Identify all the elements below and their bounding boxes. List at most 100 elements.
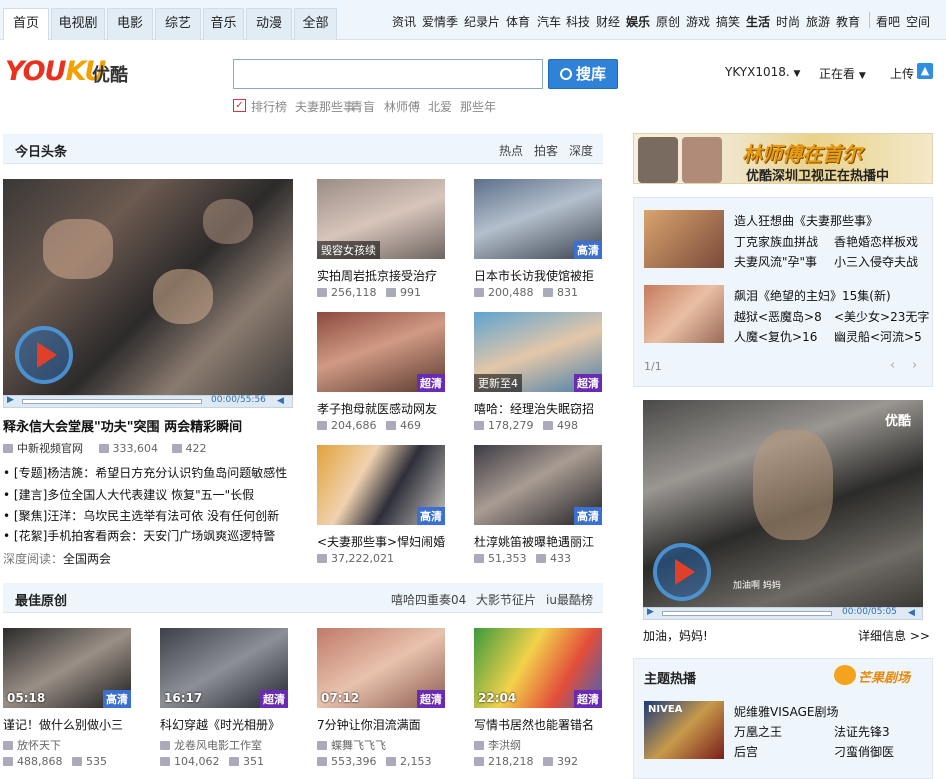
hot-tag[interactable]: 那些年 — [460, 98, 496, 115]
progress-bar[interactable] — [662, 611, 832, 616]
user-menu[interactable]: YKYX1018. ▼ — [725, 65, 800, 79]
progress-bar[interactable] — [22, 399, 202, 404]
hot-tag[interactable]: 林师傅 — [384, 98, 420, 115]
uploader[interactable]: 李洪纲 — [474, 737, 521, 753]
play-icon[interactable]: ▶ — [647, 607, 654, 617]
video-thumbnail[interactable]: 16:17 超清 — [160, 628, 288, 708]
right-video-player[interactable]: 优酷 加油啊 妈妈 — [643, 400, 923, 607]
play-button-icon[interactable] — [15, 326, 73, 384]
headline-main-caption[interactable]: 释永信大会堂展"功夫"突围 两会精彩瞬间 — [3, 416, 242, 435]
video-thumbnail[interactable]: 07:12 超清 — [317, 628, 445, 708]
volume-icon[interactable]: ◀ — [277, 396, 284, 406]
nav-link-life[interactable]: 生活 — [746, 13, 770, 30]
video-caption[interactable]: 实拍周岩抵京接受治疗 — [317, 267, 447, 284]
upload-arrow-icon[interactable]: ▲ — [917, 63, 933, 79]
video-thumbnail[interactable]: 05:18 高清 — [3, 628, 131, 708]
video-caption[interactable]: 嘻哈：经理治失眠窃招 — [474, 400, 604, 417]
hot-tag[interactable]: 北爱 — [428, 98, 452, 115]
next-icon[interactable]: › — [912, 358, 917, 373]
theme-link[interactable]: 后宫 — [734, 743, 758, 760]
video-caption[interactable]: 杜淳姚笛被曝艳遇丽江 — [474, 533, 604, 550]
nav-link-edu[interactable]: 教育 — [836, 13, 860, 30]
upload-button[interactable]: 上传 — [890, 65, 914, 82]
promo-link[interactable]: 小三入侵夺夫战 — [834, 253, 918, 270]
nav-link-documentary[interactable]: 纪录片 — [464, 13, 500, 30]
promo-link[interactable]: 幽灵船<河流>5 — [834, 328, 922, 345]
tab-movie[interactable]: 电影 — [107, 8, 153, 40]
nav-link-finance[interactable]: 财经 — [596, 13, 620, 30]
video-thumbnail[interactable]: 22:04 超清 — [474, 628, 602, 708]
promo-link[interactable]: 人魔<复仇>16 — [734, 328, 817, 345]
promo-title[interactable]: 造人狂想曲《夫妻那些事》 — [734, 212, 878, 229]
hot-tag-ranking[interactable]: 排行榜 — [251, 98, 287, 115]
video-caption[interactable]: 谨记！做什么别做小三 — [3, 716, 123, 733]
tab-music[interactable]: 音乐 — [203, 8, 244, 40]
tab-variety[interactable]: 综艺 — [155, 8, 201, 40]
video-caption[interactable]: 日本市长访我使馆被拒 — [474, 267, 604, 284]
promo-thumbnail[interactable] — [644, 285, 724, 343]
volume-icon[interactable]: ◀ — [908, 608, 915, 618]
theme-item-title[interactable]: 妮维雅VISAGE剧场 — [734, 703, 838, 720]
video-thumbnail[interactable]: 超清 — [317, 312, 445, 392]
promo-link[interactable]: <美少女>23无字 — [834, 308, 929, 325]
promo-link[interactable]: 越狱<恶魔岛>8 — [734, 308, 822, 325]
original-link[interactable]: 大影节征片 — [476, 591, 536, 608]
nav-link-fashion[interactable]: 时尚 — [776, 13, 800, 30]
play-button-icon[interactable] — [653, 543, 711, 601]
nav-link-games[interactable]: 游戏 — [686, 13, 710, 30]
nav-link-travel[interactable]: 旅游 — [806, 13, 830, 30]
youku-logo[interactable]: YOUKU — [5, 56, 106, 87]
nav-link-funny[interactable]: 搞笑 — [716, 13, 740, 30]
tab-home[interactable]: 首页 — [3, 8, 49, 40]
nav-link-love[interactable]: 爱情季 — [422, 13, 458, 30]
video-caption[interactable]: 7分钟让你泪流满面 — [317, 716, 421, 733]
nav-link-kanba[interactable]: 看吧 — [876, 13, 900, 30]
theme-link[interactable]: 万凰之王 — [734, 723, 782, 740]
play-icon[interactable]: ▶ — [7, 395, 14, 405]
search-button[interactable]: 搜库 — [548, 59, 618, 89]
headline-link-paike[interactable]: 拍客 — [534, 142, 558, 159]
tab-tv[interactable]: 电视剧 — [51, 8, 105, 40]
promo-thumbnail[interactable] — [644, 210, 724, 268]
original-link[interactable]: 嘻哈四重奏04 — [391, 591, 466, 608]
right-video-caption[interactable]: 加油，妈妈! — [643, 627, 708, 644]
theme-link[interactable]: 法证先锋3 — [834, 723, 890, 740]
headline-list-item[interactable]: • [建言]多位全国人大代表建议 恢复"五一"长假 — [3, 486, 254, 503]
promo-link[interactable]: 香艳婚恋样板戏 — [834, 233, 918, 250]
hot-tag[interactable]: 夫妻那些事 — [295, 98, 355, 115]
video-thumbnail[interactable]: 毁容女孩续 — [317, 179, 445, 259]
uploader[interactable]: 龙卷风电影工作室 — [160, 737, 262, 753]
uploader-name[interactable]: 中新视频官网 — [17, 442, 83, 455]
prev-icon[interactable]: ‹ — [890, 358, 895, 373]
promo-link[interactable]: 夫妻风流"孕"事 — [734, 253, 817, 270]
video-thumbnail[interactable]: 高清 — [474, 445, 602, 525]
headline-list-item[interactable]: • [专题]杨洁篪：希望日方充分认识钓鱼岛问题敏感性 — [3, 464, 287, 481]
detail-link[interactable]: 详细信息 >> — [858, 627, 930, 644]
nav-link-auto[interactable]: 汽车 — [537, 13, 561, 30]
theme-link[interactable]: 刁蛮俏御医 — [834, 743, 894, 760]
mango-theater-logo[interactable]: 芒果剧场 — [834, 663, 926, 687]
nav-link-space[interactable]: 空间 — [906, 13, 930, 30]
original-link[interactable]: iu最酷榜 — [546, 591, 593, 608]
video-caption[interactable]: 孝子抱母就医感动网友 — [317, 400, 447, 417]
uploader[interactable]: 蝶舞飞飞飞 — [317, 737, 386, 753]
video-thumbnail[interactable]: 高清 — [317, 445, 445, 525]
video-thumbnail[interactable]: 高清 — [474, 179, 602, 259]
deep-reading-link[interactable]: 全国两会 — [63, 552, 111, 566]
video-thumbnail[interactable]: 更新至4 超清 — [474, 312, 602, 392]
uploader[interactable]: 放怀天下 — [3, 737, 61, 753]
nav-link-news[interactable]: 资讯 — [392, 13, 416, 30]
promo-banner[interactable]: 林师傅在首尔 优酷深圳卫视正在热播中 — [633, 133, 933, 184]
headline-link-depth[interactable]: 深度 — [569, 142, 593, 159]
nav-link-sports[interactable]: 体育 — [506, 13, 530, 30]
nav-link-original[interactable]: 原创 — [656, 13, 680, 30]
headline-link-hot[interactable]: 热点 — [499, 142, 523, 159]
headline-list-item[interactable]: • [花絮]手机拍客看两会：天安门广场飒爽巡逻特警 — [3, 527, 275, 544]
tab-all[interactable]: 全部 — [294, 8, 337, 40]
promo-link[interactable]: 丁克家族血拼战 — [734, 233, 818, 250]
video-caption[interactable]: 写情书居然也能署错名 — [474, 716, 594, 733]
nav-link-ent[interactable]: 娱乐 — [626, 13, 650, 30]
headline-list-item[interactable]: • [聚焦]汪洋：乌坎民主选举有法可依 没有任何创新 — [3, 507, 279, 524]
headline-main-video[interactable] — [3, 179, 293, 395]
video-caption[interactable]: <夫妻那些事>悍妇闹婚 — [317, 533, 447, 550]
